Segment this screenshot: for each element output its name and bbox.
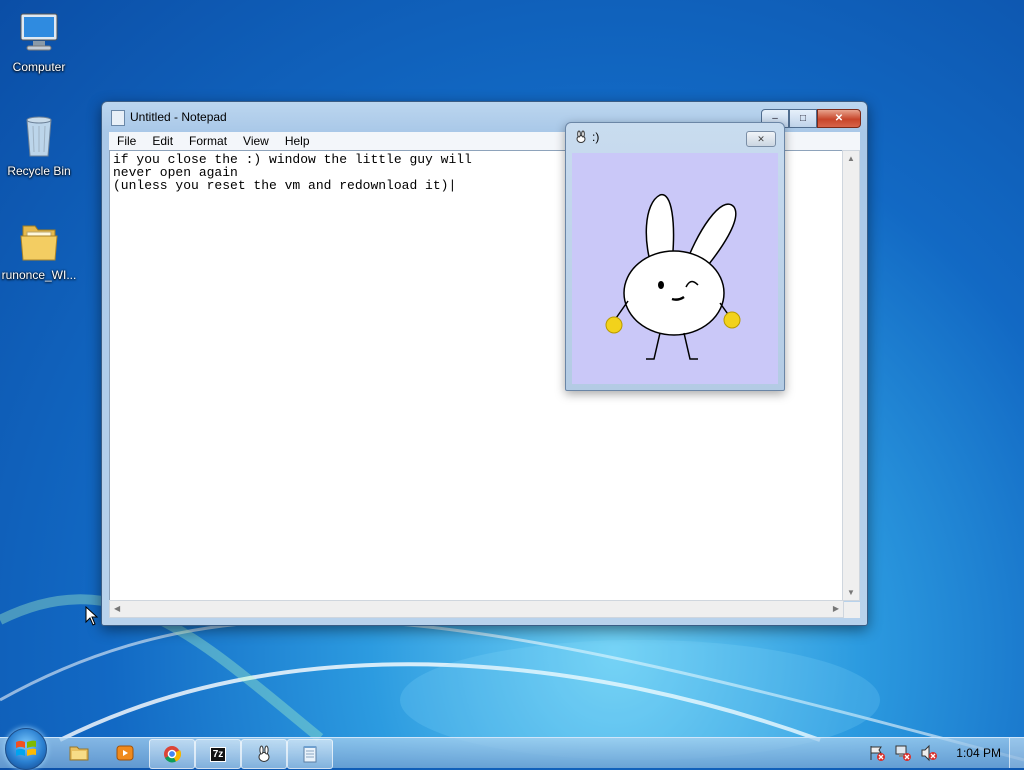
bunny-drawing: [605, 194, 741, 360]
taskbar-7zip[interactable]: 7z: [195, 739, 241, 769]
window-title: Untitled - Notepad: [130, 110, 227, 124]
recycle-bin-icon: [26, 116, 52, 157]
window-title: :): [592, 130, 600, 144]
desktop-icon-label: Recycle Bin: [7, 164, 71, 178]
menu-format[interactable]: Format: [181, 134, 235, 148]
scroll-right-icon[interactable]: ▶: [833, 604, 839, 613]
bunny-icon: [258, 745, 270, 762]
7zip-icon: 7z: [209, 746, 227, 762]
bunny-canvas: [572, 153, 778, 384]
computer-icon: [20, 13, 58, 51]
taskbar-notepad[interactable]: [287, 739, 333, 769]
taskbar-chrome[interactable]: [149, 739, 195, 769]
horizontal-scrollbar[interactable]: ◀ ▶: [109, 600, 844, 618]
chrome-icon: [164, 746, 181, 763]
scroll-left-icon[interactable]: ◀: [114, 604, 120, 613]
taskbar-media-player[interactable]: [103, 739, 147, 767]
scroll-up-icon[interactable]: ▲: [847, 154, 855, 163]
menu-file[interactable]: File: [109, 134, 144, 148]
vertical-scrollbar[interactable]: ▲ ▼: [842, 150, 860, 601]
desktop-icon-recycle-bin[interactable]: Recycle Bin: [1, 112, 77, 178]
clock[interactable]: 1:04 PM: [956, 746, 1001, 760]
mouse-pointer-icon: [85, 606, 99, 626]
bunny-icon: [576, 130, 586, 143]
volume-muted-icon[interactable]: [920, 744, 938, 762]
network-icon[interactable]: [894, 744, 912, 762]
resize-grip[interactable]: [844, 602, 860, 618]
scroll-down-icon[interactable]: ▼: [847, 588, 855, 597]
system-tray: 1:04 PM: [864, 738, 1024, 768]
maximize-button[interactable]: □: [789, 109, 817, 128]
menu-edit[interactable]: Edit: [144, 134, 181, 148]
notepad-icon: [111, 110, 125, 126]
menu-help[interactable]: Help: [277, 134, 318, 148]
menu-view[interactable]: View: [235, 134, 277, 148]
taskbar-explorer[interactable]: [57, 739, 101, 767]
taskbar: 7z 1:04 PM: [0, 728, 1024, 770]
desktop-icon-label: Computer: [12, 60, 66, 74]
windows-logo-icon: [16, 740, 36, 756]
show-desktop-button[interactable]: [1009, 738, 1024, 768]
desktop-icon-folder[interactable]: runonce_WI...: [1, 216, 77, 282]
start-button[interactable]: [5, 728, 47, 770]
desktop-icon-label: runonce_WI...: [1, 268, 77, 282]
notepad-icon: [303, 746, 317, 763]
close-button[interactable]: ✕: [817, 109, 861, 128]
smiley-titlebar[interactable]: :) ✕: [566, 123, 784, 151]
explorer-icon: [69, 746, 89, 761]
folder-icon: [20, 225, 58, 261]
desktop-icon-computer[interactable]: Computer: [1, 8, 77, 74]
media-player-icon: [116, 745, 134, 761]
action-center-flag-icon[interactable]: [868, 744, 886, 762]
taskbar-bunny[interactable]: [241, 739, 287, 769]
close-button[interactable]: ✕: [746, 131, 776, 147]
smiley-window[interactable]: :) ✕: [565, 122, 785, 391]
